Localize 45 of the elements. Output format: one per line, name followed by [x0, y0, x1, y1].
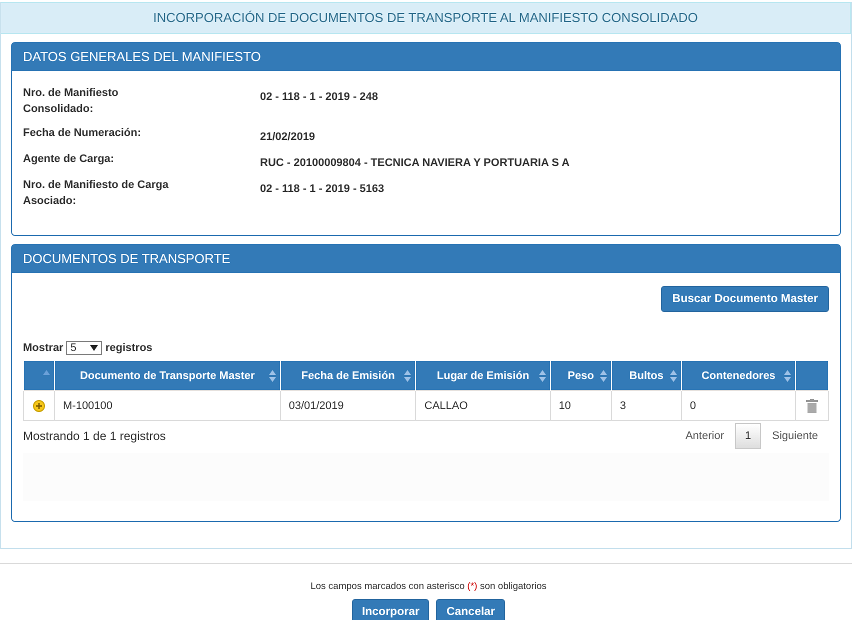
- table-cell: 03/01/2019: [280, 390, 416, 420]
- table-cell: CALLAO: [416, 390, 550, 420]
- page-size-select[interactable]: 5: [66, 341, 102, 355]
- show-label: Mostrar: [23, 342, 64, 354]
- panel-title: DATOS GENERALES DEL MANIFIESTO: [12, 43, 840, 71]
- table-header[interactable]: Documento de Transporte Master: [54, 360, 280, 390]
- table-header[interactable]: Fecha de Emisión: [280, 360, 416, 390]
- field-label: Nro. de Manifiesto Consolidado:: [23, 86, 120, 117]
- form-button[interactable]: Incorporar: [352, 599, 430, 620]
- page-title: INCORPORACIÓN DE DOCUMENTOS DE TRANSPORTE AL MANIFIESTO CONSOLIDADO: [1, 2, 851, 34]
- sort-icon[interactable]: [538, 370, 546, 382]
- sort-icon[interactable]: [268, 370, 276, 382]
- trash-icon[interactable]: [806, 398, 818, 412]
- field-value: 02 - 118 - 1 - 2019 - 248: [260, 90, 380, 103]
- field-value: RUC - 20100009804 - TECNICA NAVIERA Y PORTUARIA S A: [260, 156, 571, 169]
- sort-icon[interactable]: [404, 370, 412, 382]
- form-button[interactable]: Cancelar: [436, 599, 506, 620]
- search-master-button[interactable]: Buscar Documento Master: [661, 286, 829, 312]
- add-icon[interactable]: [33, 400, 45, 412]
- table-cell: M-100100: [54, 390, 280, 420]
- table-header[interactable]: Peso: [550, 360, 612, 390]
- field-value: 21/02/2019: [260, 130, 316, 143]
- field-label: Agente de Carga:: [23, 152, 116, 167]
- table-cell: 10: [550, 390, 612, 420]
- sort-icon[interactable]: [600, 370, 607, 382]
- caret-icon: [90, 345, 98, 351]
- records-label: registros: [105, 342, 152, 354]
- sort-icon[interactable]: [784, 370, 791, 382]
- records-info: Mostrando 1 de 1 registros: [23, 429, 166, 443]
- previous-link[interactable]: Anterior: [674, 424, 735, 448]
- page-button[interactable]: 1: [735, 423, 762, 449]
- field-label: Nro. de Manifiesto de Carga Asociado:: [23, 178, 170, 209]
- required-note: Los campos marcados con asterisco (*) son obligatorios: [309, 581, 548, 592]
- sort-icon[interactable]: [670, 370, 677, 382]
- table-header[interactable]: Contenedores: [681, 360, 796, 390]
- field-value: 02 - 118 - 1 - 2019 - 5163: [260, 182, 386, 195]
- table-cell: 3: [611, 390, 682, 420]
- table-cell: 0: [681, 390, 796, 420]
- table-header: [796, 360, 828, 390]
- table-header[interactable]: Bultos: [611, 360, 682, 390]
- panel-title: DOCUMENTOS DE TRANSPORTE: [12, 245, 840, 273]
- table-header[interactable]: Lugar de Emisión: [416, 360, 550, 390]
- field-label: Fecha de Numeración:: [23, 126, 142, 141]
- table-header[interactable]: [24, 360, 54, 390]
- next-link[interactable]: Siguiente: [761, 424, 829, 448]
